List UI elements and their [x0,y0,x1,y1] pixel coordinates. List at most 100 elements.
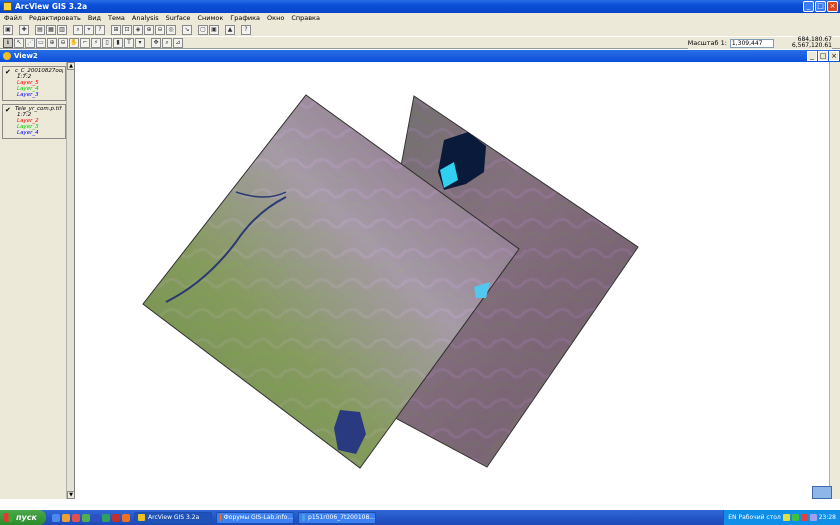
task-arcview[interactable]: ArcView GIS 3.2a [134,511,212,524]
start-label: пуск [16,513,37,522]
locate-icon[interactable]: ⌖ [84,24,94,35]
arcview-icon [138,514,145,521]
desktop-toolbar[interactable]: Рабочий стол [738,514,780,521]
task-browser[interactable]: Форумы GIS-Lab.info... [216,511,294,524]
select-features-icon[interactable]: ↘ [182,24,192,35]
zoom-in-icon[interactable]: ⊕ [144,24,154,35]
tray-icon[interactable] [800,514,808,521]
layout-icon[interactable]: ▲ [225,24,235,35]
system-tray: EN Рабочий стол 23:28 [723,510,840,525]
language-indicator[interactable]: EN [728,514,736,521]
minimize-button[interactable]: _ [803,1,814,12]
help-icon[interactable]: ? [241,24,251,35]
text-icon[interactable]: T [124,37,134,48]
zoom-selected-icon[interactable]: ◈ [133,24,143,35]
firefox-icon[interactable] [122,513,130,522]
image-icon [302,514,306,521]
view-maximize-button[interactable]: □ [818,51,828,61]
table-icon[interactable]: ▥ [57,24,67,35]
task-label: Форумы GIS-Lab.info... [223,514,293,521]
excel-icon[interactable] [102,513,110,522]
add-theme-icon[interactable]: ✚ [19,24,29,35]
tray-icon[interactable] [782,514,790,521]
pan-icon[interactable]: ✋ [69,37,79,48]
desktop-icon[interactable] [52,513,60,522]
menu-analysis[interactable]: Analysis [132,14,159,22]
view-icon [3,52,11,60]
hotlink-icon[interactable]: ⚡ [91,37,101,48]
app-icon[interactable] [72,513,80,522]
menu-edit[interactable]: Редактировать [29,14,81,22]
maximize-button[interactable]: □ [815,1,826,12]
zoom-out-tool-icon[interactable]: ⊖ [58,37,68,48]
window-title: ArcView GIS 3.2a [15,2,88,11]
theme-entry[interactable]: ✔ Tele_yr_com.p.tif 1:7:2 Layer_2 Layer_… [2,104,66,139]
clock: 23:28 [818,514,836,521]
theme-visibility-checkbox[interactable]: ✔ [5,69,12,76]
menu-view[interactable]: Вид [88,14,101,22]
theme-visibility-checkbox[interactable]: ✔ [5,107,12,114]
pointer-icon[interactable]: ↖ [14,37,24,48]
menu-help[interactable]: Справка [291,14,320,22]
scale-input[interactable]: 1,309,447 [729,38,774,48]
select-feature-icon[interactable]: ▭ [36,37,46,48]
zoom-in-tool-icon[interactable]: ⊕ [47,37,57,48]
view-minimize-button[interactable]: _ [807,51,817,61]
task-label: ArcView GIS 3.2a [148,514,200,521]
explorer-icon[interactable] [62,513,70,522]
word-icon[interactable] [92,513,100,522]
map-vertical-scrollbar[interactable] [829,62,840,499]
area-icon[interactable]: ▯ [102,37,112,48]
zoom-out-icon[interactable]: ⊖ [155,24,165,35]
tray-icon[interactable] [809,514,817,521]
zoom-active-icon[interactable]: ⊡ [122,24,132,35]
find-icon[interactable]: ⌕ [73,24,83,35]
taskbar: пуск ArcView GIS 3.2a Форумы GIS-Lab.inf… [0,510,840,525]
save-icon[interactable]: ▣ [3,24,13,35]
satellite-images [142,94,639,469]
scroll-down-arrow[interactable]: ▼ [67,491,75,499]
toc-scrollbar[interactable]: ▲ ▼ [66,62,75,499]
theme-entry[interactable]: ✔ c_C_20010827oорр 1:7:2 Layer_5 Layer_4… [2,66,66,101]
image-profile-icon[interactable]: ⊿ [173,37,183,48]
view-close-button[interactable]: × [829,51,839,61]
menu-surface[interactable]: Surface [166,14,191,22]
app-icon[interactable] [82,513,90,522]
edit-legend-icon[interactable]: ▦ [46,24,56,35]
map-display[interactable] [76,62,829,499]
layer-blue: Layer_4 [17,130,39,136]
menu-graphics[interactable]: Графика [230,14,260,22]
scale-area: Масштаб 1: 1,309,447 684,180.67 6,567,12… [687,37,832,49]
select-all-icon[interactable]: ▣ [209,24,219,35]
menu-window[interactable]: Окно [267,14,284,22]
theme-properties-icon[interactable]: ▤ [35,24,45,35]
measure-icon[interactable]: ⌐ [80,37,90,48]
menu-file[interactable]: Файл [4,14,22,22]
menu-image[interactable]: Снимок [197,14,223,22]
clear-selection-icon[interactable]: ▢ [198,24,208,35]
identify-icon[interactable]: ℹ [3,37,13,48]
image-zoom-icon[interactable]: ⌕ [162,37,172,48]
scale-label: Масштаб 1: [687,39,727,47]
tray-icon[interactable] [791,514,799,521]
close-button[interactable]: × [827,1,838,12]
view-title: View2 [14,52,38,60]
image-pan-icon[interactable]: ✥ [151,37,161,48]
menu-theme[interactable]: Тема [108,14,125,22]
draw-dropdown-icon[interactable]: ▾ [135,37,145,48]
zoom-previous-icon[interactable]: ◎ [166,24,176,35]
app-icon [3,2,12,11]
coordinates-readout: 684,180.67 6,567,120.61 [792,37,832,49]
task-image[interactable]: p151r006_7t200108... [298,511,376,524]
start-button[interactable]: пуск [0,510,46,525]
query-icon[interactable]: ? [95,24,105,35]
app-icon[interactable] [112,513,120,522]
firefox-icon [220,514,221,521]
title-bar: ArcView GIS 3.2a _ □ × [0,0,840,13]
label-icon[interactable]: ▮ [113,37,123,48]
table-of-contents: ✔ c_C_20010827oорр 1:7:2 Layer_5 Layer_4… [0,62,75,499]
scroll-up-arrow[interactable]: ▲ [67,62,75,70]
zoom-full-icon[interactable]: ⊞ [111,24,121,35]
vertex-edit-icon[interactable]: ⋰ [25,37,35,48]
view-resize-icon[interactable] [812,486,832,499]
